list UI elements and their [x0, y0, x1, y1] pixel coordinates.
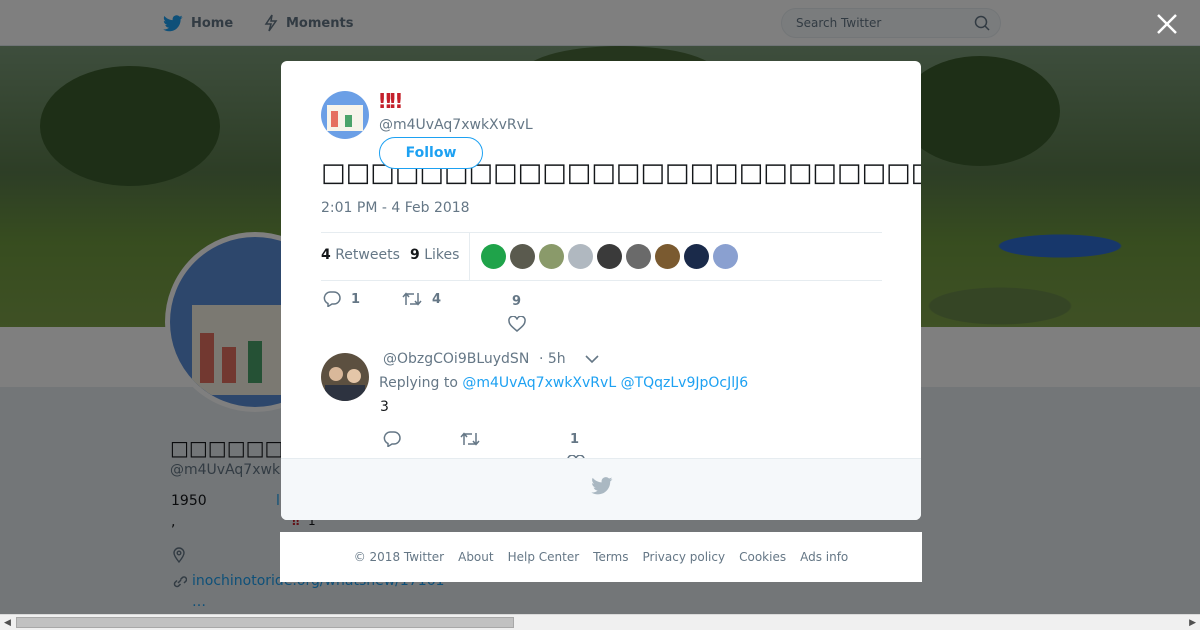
retweet-icon: [402, 292, 422, 306]
site-footer: © 2018 Twitter About Help Center Terms P…: [280, 532, 922, 582]
reply-retweet-icon[interactable]: [460, 431, 480, 447]
scroll-left-icon[interactable]: ◀: [4, 618, 11, 628]
retweet-action[interactable]: 4: [402, 291, 441, 307]
footer-about-link[interactable]: About: [458, 550, 493, 564]
horizontal-scrollbar[interactable]: ◀ ▶: [0, 614, 1200, 630]
reply-author-avatar[interactable]: [321, 353, 369, 401]
likes-stat[interactable]: 9 Likes: [410, 247, 459, 263]
tweet-author-name[interactable]: ‼‼: [379, 89, 402, 113]
footer-copyright: © 2018 Twitter: [353, 550, 445, 564]
reply-timestamp[interactable]: · 5h: [539, 351, 566, 367]
reply-author-handle[interactable]: @ObzgCOi9BLuydSN: [383, 351, 529, 367]
chevron-down-icon[interactable]: [585, 354, 599, 364]
likes-label: Likes: [424, 247, 460, 263]
modal-footer: [281, 458, 921, 520]
like-count: 9: [512, 294, 522, 309]
tweet-stats: 4 Retweets 9 Likes: [321, 232, 882, 281]
tweet-modal: ‼‼ @m4UvAq7xwkXvRvL □□□□□□□□□□□□□□□□□□□□…: [281, 61, 921, 520]
tweet-timestamp[interactable]: 2:01 PM - 4 Feb 2018: [321, 200, 470, 216]
replying-prefix: Replying to: [379, 375, 458, 391]
replying-to-link-1[interactable]: @m4UvAq7xwkXvRvL: [462, 375, 616, 391]
liker-avatar[interactable]: [655, 244, 680, 269]
liker-avatar[interactable]: [568, 244, 593, 269]
twitter-bird-icon: [591, 477, 613, 495]
reply-action[interactable]: 1: [323, 291, 360, 307]
liker-avatar[interactable]: [713, 244, 738, 269]
follow-button[interactable]: Follow: [379, 137, 483, 169]
footer-cookies-link[interactable]: Cookies: [739, 550, 786, 564]
scroll-right-icon[interactable]: ▶: [1189, 618, 1196, 628]
liker-avatar[interactable]: [684, 244, 709, 269]
tweet-author-avatar[interactable]: [321, 91, 369, 139]
footer-terms-link[interactable]: Terms: [593, 550, 628, 564]
liker-avatar[interactable]: [510, 244, 535, 269]
retweets-stat[interactable]: 4 Retweets: [321, 247, 400, 263]
close-icon[interactable]: [1154, 11, 1180, 37]
scrollbar-thumb[interactable]: [16, 617, 514, 628]
liker-avatar[interactable]: [539, 244, 564, 269]
tweet-actions: 1 4 9: [321, 291, 882, 341]
reply-reply-icon[interactable]: [383, 431, 401, 447]
footer-privacy-link[interactable]: Privacy policy: [643, 550, 726, 564]
reply-text: 3: [380, 399, 389, 415]
liker-avatar[interactable]: [626, 244, 651, 269]
reply-count: 1: [351, 291, 361, 307]
retweets-count: 4: [321, 247, 331, 263]
heart-icon[interactable]: [508, 316, 526, 332]
footer-ads-info-link[interactable]: Ads info: [800, 550, 848, 564]
reply-icon: [323, 291, 341, 307]
stats-divider: [469, 233, 470, 280]
liker-avatar[interactable]: [481, 244, 506, 269]
liker-avatar[interactable]: [597, 244, 622, 269]
replying-to-link-2[interactable]: @TQqzLv9JpOcJlJ6: [621, 375, 749, 391]
replying-to: Replying to @m4UvAq7xwkXvRvL @TQqzLv9JpO…: [379, 375, 748, 391]
liker-avatars: [481, 244, 742, 269]
likes-count: 9: [410, 247, 420, 263]
retweet-count: 4: [432, 291, 442, 307]
retweets-label: Retweets: [335, 247, 400, 263]
reply-like-count: 1: [570, 432, 580, 447]
footer-help-center-link[interactable]: Help Center: [508, 550, 580, 564]
tweet-author-handle[interactable]: @m4UvAq7xwkXvRvL: [379, 117, 533, 133]
